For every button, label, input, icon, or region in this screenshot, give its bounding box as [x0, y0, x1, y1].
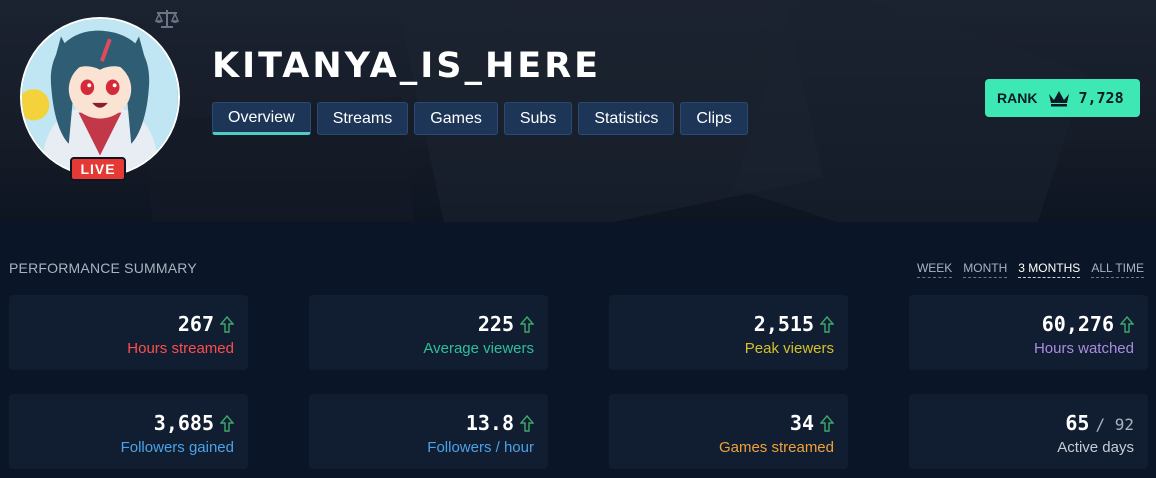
stat-value-row: 34 — [790, 411, 834, 435]
stat-label: Followers / hour — [427, 439, 534, 456]
performance-summary-title: PERFORMANCE SUMMARY — [9, 260, 197, 276]
stat-value-row: 225 — [478, 312, 534, 336]
stat-value: 3,685 — [153, 411, 214, 435]
tab-games[interactable]: Games — [414, 102, 498, 135]
stat-card-peak-viewers: 2,515 Peak viewers — [609, 295, 848, 370]
range-week[interactable]: WEEK — [916, 261, 953, 278]
stat-value-row: 2,515 — [754, 312, 834, 336]
stat-value: 225 — [477, 312, 514, 336]
stat-value-row: 65 / 92 — [1065, 411, 1134, 435]
trend-up-arrow-icon — [520, 414, 534, 432]
stat-value: 65 — [1065, 411, 1090, 435]
trend-up-arrow-icon — [820, 414, 834, 432]
stat-value: 2,515 — [753, 312, 814, 336]
stat-card-active-days: 65 / 92 Active days — [909, 394, 1148, 469]
trend-up-arrow-icon — [1120, 315, 1134, 333]
stat-value: 34 — [789, 411, 814, 435]
scale-icon[interactable] — [154, 8, 180, 30]
crown-icon — [1049, 91, 1070, 107]
stat-value: 267 — [177, 312, 214, 336]
stat-value: 60,276 — [1041, 312, 1114, 336]
stat-card-games-streamed: 34 Games streamed — [609, 394, 848, 469]
stat-label: Hours streamed — [127, 340, 234, 357]
tab-clips[interactable]: Clips — [680, 102, 748, 135]
tab-subs[interactable]: Subs — [503, 102, 573, 135]
stat-card-average-viewers: 225 Average viewers — [309, 295, 548, 370]
stat-value-row: 267 — [178, 312, 234, 336]
stat-card-followers-gained: 3,685 Followers gained — [9, 394, 248, 469]
trend-up-arrow-icon — [520, 315, 534, 333]
stat-value: 13.8 — [465, 411, 514, 435]
stat-label: Active days — [1057, 439, 1134, 456]
tab-overview[interactable]: Overview — [212, 102, 311, 135]
trend-up-arrow-icon — [820, 315, 834, 333]
stat-value-row: 13.8 — [466, 411, 534, 435]
tab-statistics[interactable]: Statistics — [578, 102, 675, 135]
range-3-months[interactable]: 3 MONTHS — [1018, 261, 1081, 278]
channel-header-banner: LIVE KITANYA_IS_HERE Overview Streams Ga… — [0, 0, 1156, 222]
stat-card-followers-per-hour: 13.8 Followers / hour — [309, 394, 548, 469]
stat-label: Average viewers — [423, 340, 534, 357]
time-range-selector: WEEK MONTH 3 MONTHS ALL TIME — [916, 261, 1144, 278]
channel-tabs: Overview Streams Games Subs Statistics C… — [212, 102, 748, 135]
avatar[interactable] — [20, 17, 180, 177]
range-month[interactable]: MONTH — [963, 261, 1008, 278]
stat-value-row: 3,685 — [154, 411, 234, 435]
live-badge: LIVE — [70, 157, 126, 181]
rank-value: 7,728 — [1078, 89, 1124, 107]
stat-value-row: 60,276 — [1042, 312, 1134, 336]
rank-label: RANK — [997, 90, 1038, 106]
stat-card-hours-watched: 60,276 Hours watched — [909, 295, 1148, 370]
tab-streams[interactable]: Streams — [316, 102, 409, 135]
stat-label: Hours watched — [1033, 340, 1134, 357]
rank-badge[interactable]: RANK 7,728 — [985, 79, 1140, 117]
channel-avatar-container[interactable]: LIVE — [20, 17, 180, 181]
trend-up-arrow-icon — [220, 414, 234, 432]
stat-total: / 92 — [1095, 415, 1134, 434]
stat-card-hours-streamed: 267 Hours streamed — [9, 295, 248, 370]
trend-up-arrow-icon — [220, 315, 234, 333]
anime-girl-avatar-icon — [22, 19, 178, 175]
range-all-time[interactable]: ALL TIME — [1091, 261, 1144, 278]
stat-label: Peak viewers — [744, 340, 834, 357]
stat-label: Games streamed — [718, 439, 834, 456]
stat-label: Followers gained — [120, 439, 234, 456]
channel-name: KITANYA_IS_HERE — [212, 46, 602, 86]
